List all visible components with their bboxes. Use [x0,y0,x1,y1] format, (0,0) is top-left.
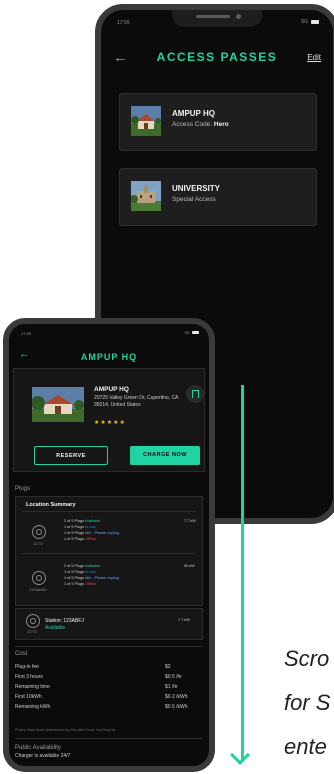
access-code-value: Hero [213,121,229,128]
camera-dot-icon [236,14,241,19]
location-address: 20725 Valley Green Dr, Cupertino, CA 950… [94,395,179,408]
station-status: Available [45,625,66,631]
plug-type-label: CHAdeMO [29,588,47,592]
divider [15,738,203,739]
pass-subtitle: Special Access [172,196,216,203]
availability-title: Public Availability [15,745,61,751]
pricing-disclaimer: Prices have been determined by this site… [15,728,117,732]
signal-label: 5G [184,330,190,335]
divider [22,553,196,554]
access-code-label: Access Code: [172,121,214,128]
status-time: 17:55 [21,331,32,336]
instruction-text-line: for S [284,690,331,715]
star-rating: ★★★★★ [94,420,126,426]
station-power: 7.7 kW [178,618,190,622]
access-passes-header: ← ACCESS PASSES Edit [101,46,333,68]
battery-icon [311,20,319,24]
reserve-button[interactable]: RESERVE [34,446,108,465]
special-access-link[interactable]: Special Access [89,768,115,772]
page-title: AMPUP HQ [80,352,138,362]
arrow-down-icon [230,745,250,765]
plug-status-line: 1 of 5 Plugs Offline [64,582,97,586]
bookmark-icon [192,390,199,398]
edit-link[interactable]: Edit [307,53,321,62]
chademo-plug-icon [32,571,46,585]
location-thumbnail [130,181,161,211]
divider [15,646,203,647]
location-thumbnail [131,106,161,136]
pass-name: UNIVERSITY [172,184,221,193]
charge-now-button[interactable]: CHARGE NOW [130,446,200,465]
plug-status-line: 2 of 5 Plugs Available [64,564,101,568]
instruction-text-line: ente [284,734,327,759]
status-bar-right: 5G [185,330,199,335]
cost-section-label: Cost [15,651,28,657]
status-time: 17:55 [117,20,130,26]
divider [22,511,196,512]
page-title: ACCESS PASSES [156,50,278,64]
pass-name: AMPUP HQ [172,109,215,118]
plug-status-line: 1 of 5 Plugs Offline [64,537,97,541]
j1772-plug-icon [26,614,40,628]
plug-status-line: 1 of 5 Plugs In-use [64,570,96,574]
location-hero: AMPUP HQ 20725 Valley Green Dr, Cupertin… [13,368,205,472]
station-card[interactable]: J1772 Station: 123ABFJ Available 7.7 kW [15,608,203,640]
bookmark-button[interactable] [186,385,204,403]
location-name: AMPUP HQ [94,386,129,393]
j1772-plug-icon [32,525,46,539]
location-photo [31,387,84,422]
plug-status-line: 2 of 5 Plugs Available [64,519,101,523]
signal-label: 5G [301,19,308,25]
location-summary: Location Summary J1772 7.7 kW 2 of 5 Plu… [15,496,203,606]
plug-type-label: J1772 [33,542,43,546]
location-detail-phone: 17:55 5G ← AMPUP HQ AMPUP HQ 20725 Valle… [3,318,215,772]
availability-subtitle: Charger is available 24/7 [15,753,71,759]
plug-power: 7.7 kW [184,519,196,523]
plug-type-label: J1772 [27,630,37,634]
plug-status-line: 1 of 5 Plugs Idle - Please unplug [64,576,119,580]
plug-status-line: 1 of 5 Plugs Idle - Please unplug [64,531,119,535]
plugs-section-label: Plugs [15,486,31,492]
location-summary-title: Location Summary [26,502,76,508]
phone-notch [172,10,262,27]
battery-icon [192,331,199,334]
plug-power: 50 kW [184,564,195,568]
scroll-indicator-line [241,385,244,762]
pass-subtitle: Access Code: Hero [172,121,229,128]
plug-status-line: 1 of 5 Plugs In-use [64,525,96,529]
status-bar-right: 5G [301,19,319,25]
access-pass-card-university[interactable]: UNIVERSITY Special Access [119,168,317,226]
instruction-text-line: Scro [284,646,330,671]
station-name: Station: 123ABFJ [45,618,84,624]
special-access-question: Have special access? [15,768,52,772]
access-pass-card-ampup-hq[interactable]: AMPUP HQ Access Code: Hero [119,93,317,151]
